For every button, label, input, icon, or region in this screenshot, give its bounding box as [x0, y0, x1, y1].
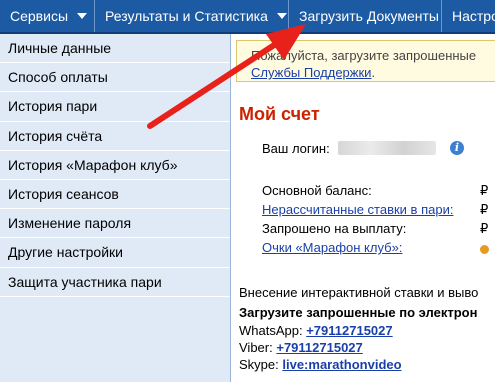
sidebar-item-session-history[interactable]: История сеансов	[0, 180, 230, 210]
contact-label: Viber:	[239, 340, 273, 355]
whatsapp-link[interactable]: +79112715027	[306, 323, 392, 338]
sidebar-item-personal-data[interactable]: Личные данные	[0, 34, 230, 64]
contact-viber: Viber: +79112715027	[239, 340, 363, 355]
sidebar-item-label: История сеансов	[8, 185, 119, 202]
sidebar-item-label: Другие настройки	[8, 244, 123, 261]
sidebar-item-label: Личные данные	[8, 40, 112, 56]
payout-requested-value: ₽	[480, 221, 489, 236]
contact-label: WhatsApp:	[239, 323, 303, 338]
tab-settings[interactable]: Настро	[442, 0, 495, 32]
tab-label: Настро	[452, 8, 495, 24]
sidebar-item-bet-history[interactable]: История пари	[0, 92, 230, 122]
payout-requested-label: Запрошено на выплату:	[262, 221, 407, 236]
main-content: Пожалуйста, загрузите запрошенные Службы…	[231, 34, 495, 382]
sidebar-item-label: История счёта	[8, 127, 103, 144]
balance-value: ₽	[480, 183, 489, 198]
info-icon[interactable]: i	[450, 141, 464, 155]
notice-text: Пожалуйста, загрузите запрошенные	[251, 48, 477, 63]
section-intro-text: Внесение интерактивной ставки и выво	[239, 285, 479, 300]
balance-label: Основной баланс:	[262, 183, 372, 198]
account-sidebar: Личные данные Способ оплаты История пари…	[0, 34, 231, 382]
contact-whatsapp: WhatsApp: +79112715027	[239, 323, 393, 338]
sidebar-item-label: Защита участника пари	[8, 273, 162, 290]
contact-label: Skype:	[239, 357, 279, 372]
login-label: Ваш логин:	[262, 141, 330, 156]
sidebar-item-label: История «Марафон клуб»	[8, 156, 178, 173]
club-points-coin-icon	[480, 242, 489, 257]
sidebar-item-bettor-protection[interactable]: Защита участника пари	[0, 268, 230, 297]
tab-upload-documents[interactable]: Загрузить Документы	[289, 0, 442, 32]
chevron-down-icon	[77, 13, 88, 19]
sidebar-item-change-password[interactable]: Изменение пароля	[0, 209, 230, 239]
tab-label: Загрузить Документы	[299, 8, 439, 24]
sidebar-item-club-history[interactable]: История «Марафон клуб»	[0, 151, 230, 180]
tab-label: Сервисы	[10, 8, 69, 24]
sidebar-item-account-history[interactable]: История счёта	[0, 122, 230, 151]
sidebar-item-label: История пари	[8, 98, 98, 115]
top-navigation-bar: Сервисы Результаты и Статистика Загрузит…	[0, 0, 495, 34]
login-row: Ваш логин:	[262, 141, 436, 156]
sidebar-item-label: Способ оплаты	[8, 69, 108, 86]
tab-services[interactable]: Сервисы	[0, 0, 95, 32]
sidebar-item-other-settings[interactable]: Другие настройки	[0, 238, 230, 268]
notice-line-2: Службы Поддержки.	[251, 64, 495, 81]
upload-heading: Загрузите запрошенные по электрон	[239, 305, 478, 320]
support-link[interactable]: Службы Поддержки	[251, 65, 371, 80]
tab-label: Результаты и Статистика	[105, 8, 268, 24]
sidebar-item-label: Изменение пароля	[8, 215, 132, 232]
page-title: Мой счет	[239, 104, 320, 124]
notice-period: .	[371, 65, 376, 80]
upload-notice-banner: Пожалуйста, загрузите запрошенные Службы…	[236, 40, 495, 82]
unsettled-bets-value: ₽	[480, 202, 489, 217]
club-points-link[interactable]: Очки «Марафон клуб»:	[262, 240, 402, 255]
sidebar-item-payment-method[interactable]: Способ оплаты	[0, 63, 230, 93]
login-value-redacted	[337, 141, 436, 155]
unsettled-bets-link[interactable]: Нерассчитанные ставки в пари:	[262, 202, 453, 217]
chevron-down-icon	[276, 13, 287, 19]
skype-link[interactable]: live:marathonvideo	[282, 357, 401, 372]
tab-results-statistics[interactable]: Результаты и Статистика	[95, 0, 289, 32]
contact-skype: Skype: live:marathonvideo	[239, 357, 402, 372]
viber-link[interactable]: +79112715027	[276, 340, 362, 355]
